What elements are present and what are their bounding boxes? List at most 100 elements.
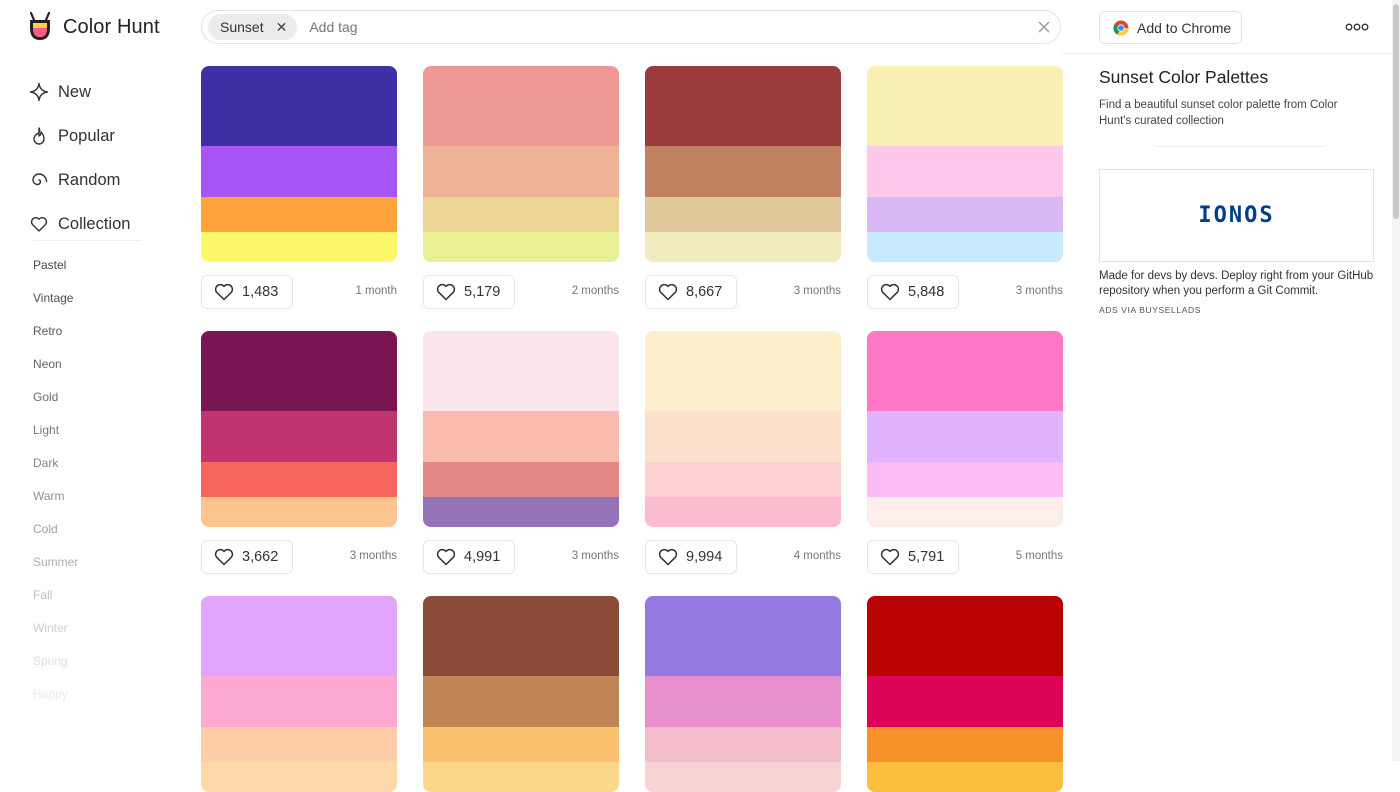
color-swatch[interactable] — [201, 676, 397, 727]
add-tag-input[interactable] — [307, 18, 1012, 36]
color-swatch[interactable] — [201, 762, 397, 792]
tag-link-summer[interactable]: Summer — [33, 552, 78, 585]
nav-new[interactable]: New — [29, 70, 130, 114]
color-swatch[interactable] — [645, 727, 841, 762]
like-button[interactable]: 5,179 — [423, 275, 516, 309]
tag-link-vintage[interactable]: Vintage — [33, 288, 78, 321]
color-swatch[interactable] — [201, 727, 397, 762]
color-swatch[interactable] — [645, 197, 841, 232]
palette-swatches[interactable] — [423, 66, 619, 262]
palette-swatches[interactable] — [645, 66, 841, 262]
tag-link-pastel[interactable]: Pastel — [33, 255, 78, 288]
color-swatch[interactable] — [423, 411, 619, 462]
palette-swatches[interactable] — [645, 596, 841, 792]
like-button[interactable]: 8,667 — [645, 275, 738, 309]
color-swatch[interactable] — [867, 66, 1063, 146]
like-button[interactable]: 1,483 — [201, 275, 294, 309]
tag-search-bar[interactable]: Sunset ✕ — [201, 10, 1061, 44]
color-swatch[interactable] — [423, 66, 619, 146]
color-swatch[interactable] — [867, 596, 1063, 676]
color-swatch[interactable] — [645, 331, 841, 411]
palette-swatches[interactable] — [423, 331, 619, 527]
color-swatch[interactable] — [645, 497, 841, 527]
palette-swatches[interactable] — [201, 66, 397, 262]
color-swatch[interactable] — [201, 146, 397, 197]
like-button[interactable]: 5,848 — [867, 275, 960, 309]
color-swatch[interactable] — [645, 676, 841, 727]
color-swatch[interactable] — [645, 411, 841, 462]
color-swatch[interactable] — [201, 411, 397, 462]
color-swatch[interactable] — [201, 197, 397, 232]
tag-link-warm[interactable]: Warm — [33, 486, 78, 519]
color-swatch[interactable] — [867, 462, 1063, 497]
color-swatch[interactable] — [645, 146, 841, 197]
color-swatch[interactable] — [867, 727, 1063, 762]
color-swatch[interactable] — [423, 676, 619, 727]
color-swatch[interactable] — [201, 497, 397, 527]
palette-swatches[interactable] — [645, 331, 841, 527]
color-swatch[interactable] — [423, 762, 619, 792]
like-button[interactable]: 5,791 — [867, 540, 960, 574]
color-swatch[interactable] — [201, 462, 397, 497]
tag-link-dark[interactable]: Dark — [33, 453, 78, 486]
color-swatch[interactable] — [201, 232, 397, 262]
color-swatch[interactable] — [423, 197, 619, 232]
clear-search-icon[interactable] — [1036, 19, 1052, 35]
color-swatch[interactable] — [867, 497, 1063, 527]
color-swatch[interactable] — [645, 232, 841, 262]
color-swatch[interactable] — [201, 331, 397, 411]
add-to-chrome-button[interactable]: Add to Chrome — [1099, 11, 1242, 44]
tag-link-cold[interactable]: Cold — [33, 519, 78, 552]
color-swatch[interactable] — [423, 727, 619, 762]
ad-via-link[interactable]: ADS VIA BUYSELLADS — [1099, 305, 1201, 315]
color-swatch[interactable] — [867, 331, 1063, 411]
color-swatch[interactable] — [867, 676, 1063, 727]
color-swatch[interactable] — [423, 146, 619, 197]
color-swatch[interactable] — [645, 762, 841, 792]
color-swatch[interactable] — [867, 232, 1063, 262]
tag-link-retro[interactable]: Retro — [33, 321, 78, 354]
app-logo[interactable]: Color Hunt — [27, 11, 160, 43]
ad-banner[interactable]: IONOS — [1099, 169, 1374, 262]
palette-swatches[interactable] — [423, 596, 619, 792]
like-button[interactable]: 3,662 — [201, 540, 294, 574]
palette-swatches[interactable] — [867, 331, 1063, 527]
tag-link-winter[interactable]: Winter — [33, 618, 78, 651]
color-swatch[interactable] — [423, 596, 619, 676]
tag-link-light[interactable]: Light — [33, 420, 78, 453]
color-swatch[interactable] — [867, 411, 1063, 462]
color-swatch[interactable] — [867, 146, 1063, 197]
color-swatch[interactable] — [201, 596, 397, 676]
more-options-icon[interactable] — [1345, 18, 1369, 36]
color-swatch[interactable] — [867, 197, 1063, 232]
like-button[interactable]: 4,991 — [423, 540, 516, 574]
palette-card: 5,848 3 months — [867, 66, 1063, 309]
heart-icon — [30, 216, 48, 232]
tag-link-spring[interactable]: Spring — [33, 651, 78, 684]
color-swatch[interactable] — [645, 66, 841, 146]
like-button[interactable]: 9,994 — [645, 540, 738, 574]
tag-link-neon[interactable]: Neon — [33, 354, 78, 387]
scrollbar-thumb[interactable] — [1393, 4, 1399, 219]
nav-random[interactable]: Random — [29, 158, 130, 202]
color-swatch[interactable] — [423, 497, 619, 527]
palette-swatches[interactable] — [867, 596, 1063, 792]
color-swatch[interactable] — [645, 596, 841, 676]
tag-link-gold[interactable]: Gold — [33, 387, 78, 420]
palette-swatches[interactable] — [201, 331, 397, 527]
color-swatch[interactable] — [201, 66, 397, 146]
remove-tag-icon[interactable]: ✕ — [276, 19, 288, 36]
color-swatch[interactable] — [645, 462, 841, 497]
palette-footer: 1,483 1 month — [201, 275, 397, 309]
color-swatch[interactable] — [423, 331, 619, 411]
color-swatch[interactable] — [423, 462, 619, 497]
palette-swatches[interactable] — [201, 596, 397, 792]
tag-link-fall[interactable]: Fall — [33, 585, 78, 618]
tag-link-happy[interactable]: Happy — [33, 684, 78, 717]
page-scrollbar[interactable] — [1392, 0, 1400, 761]
like-count: 9,994 — [686, 549, 723, 565]
color-swatch[interactable] — [423, 232, 619, 262]
nav-popular[interactable]: Popular — [29, 114, 130, 158]
color-swatch[interactable] — [867, 762, 1063, 792]
palette-swatches[interactable] — [867, 66, 1063, 262]
